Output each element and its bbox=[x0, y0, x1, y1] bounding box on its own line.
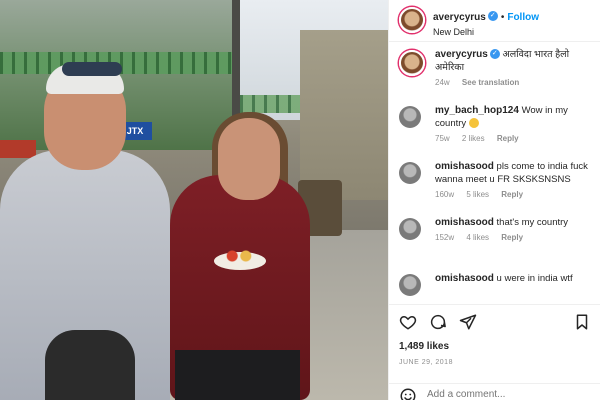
comment-icon[interactable] bbox=[429, 313, 447, 331]
see-translation-button[interactable]: See translation bbox=[462, 78, 519, 87]
photo-sign-red bbox=[0, 140, 36, 158]
comment-item: omishasood pls come to india fuck wanna … bbox=[389, 160, 600, 204]
photo-food bbox=[222, 250, 256, 262]
comment-meta: 160w 5 likes Reply bbox=[435, 190, 597, 199]
comment-item: my_bach_hop124 Wow in my country 75w 2 l… bbox=[389, 104, 600, 148]
comment-text-row: omishasood pls come to india fuck wanna … bbox=[435, 160, 597, 186]
comment-username[interactable]: omishasood bbox=[435, 273, 494, 284]
caption-meta: 24w See translation bbox=[435, 78, 597, 87]
comment-text: u were in india wtf bbox=[496, 273, 573, 284]
separator-dot: • bbox=[500, 12, 505, 23]
comment-text-row: omishasood u were in india wtf bbox=[435, 272, 597, 285]
comment-avatar[interactable] bbox=[399, 274, 421, 296]
comment-text: that's my country bbox=[496, 217, 569, 228]
post-date[interactable]: JUNE 29, 2018 bbox=[399, 359, 453, 366]
emoji-icon[interactable] bbox=[399, 387, 417, 400]
comment-avatar[interactable] bbox=[399, 106, 421, 128]
caption-avatar[interactable] bbox=[399, 50, 425, 76]
comment-meta: 152w 4 likes Reply bbox=[435, 233, 597, 242]
comments-list[interactable]: averycyrus ✓ अलविदा भारत हैलो अमेरिका 24w… bbox=[389, 48, 600, 300]
comment-time[interactable]: 152w bbox=[435, 233, 454, 242]
comment-time[interactable]: 160w bbox=[435, 190, 454, 199]
reply-button[interactable]: Reply bbox=[497, 134, 519, 143]
comment-username[interactable]: omishasood bbox=[435, 217, 494, 228]
caption-time[interactable]: 24w bbox=[435, 78, 450, 87]
comment-text-row: omishasood that's my country bbox=[435, 216, 597, 229]
reply-button[interactable]: Reply bbox=[501, 190, 523, 199]
photo-bag bbox=[45, 330, 135, 400]
comment-item: omishasood u were in india wtf bbox=[389, 272, 600, 300]
reply-button[interactable]: Reply bbox=[501, 233, 523, 242]
comment-likes[interactable]: 4 likes bbox=[466, 233, 489, 242]
post-actions: 1,489 likes JUNE 29, 2018 bbox=[389, 304, 600, 400]
bookmark-icon[interactable] bbox=[573, 313, 591, 331]
comment-username[interactable]: my_bach_hop124 bbox=[435, 105, 519, 116]
follow-button[interactable]: Follow bbox=[507, 12, 539, 23]
comment-likes[interactable]: 2 likes bbox=[462, 134, 485, 143]
post-photo[interactable]: JTX bbox=[0, 0, 388, 400]
comment-meta: 75w 2 likes Reply bbox=[435, 134, 597, 143]
comment-text-row: my_bach_hop124 Wow in my country bbox=[435, 104, 597, 130]
author-avatar[interactable] bbox=[399, 7, 425, 33]
face-emoji-icon bbox=[468, 118, 479, 129]
verified-icon: ✓ bbox=[489, 49, 500, 60]
action-icons bbox=[399, 311, 477, 333]
heart-icon[interactable] bbox=[399, 313, 417, 331]
photo-woman-head bbox=[218, 118, 280, 200]
post-header: averycyrus ✓ • Follow New Delhi bbox=[389, 0, 600, 42]
comment-time[interactable]: 75w bbox=[435, 134, 450, 143]
post-panel: averycyrus ✓ • Follow New Delhi averycyrus ✓… bbox=[388, 0, 600, 400]
post-location[interactable]: New Delhi bbox=[433, 27, 474, 37]
comment-item: omishasood that's my country 152w 4 like… bbox=[389, 216, 600, 260]
comment-avatar[interactable] bbox=[399, 218, 421, 240]
photo-building-right bbox=[300, 30, 388, 200]
like-count[interactable]: 1,489 likes bbox=[399, 341, 449, 352]
share-icon[interactable] bbox=[459, 313, 477, 331]
comment-input[interactable] bbox=[427, 386, 587, 400]
caption-username[interactable]: averycyrus bbox=[435, 49, 488, 60]
verified-icon: ✓ bbox=[487, 10, 498, 21]
photo-man-sunglasses bbox=[62, 62, 122, 76]
caption: averycyrus ✓ अलविदा भारत हैलो अमेरिका 24w… bbox=[389, 48, 600, 92]
comment-avatar[interactable] bbox=[399, 162, 421, 184]
comment-composer bbox=[389, 383, 600, 400]
comment-username[interactable]: omishasood bbox=[435, 161, 494, 172]
caption-text-row: averycyrus ✓ अलविदा भारत हैलो अमेरिका bbox=[435, 48, 597, 74]
post-location-row: New Delhi bbox=[433, 22, 474, 40]
comment-likes[interactable]: 5 likes bbox=[466, 190, 489, 199]
photo-shorts bbox=[175, 350, 300, 400]
